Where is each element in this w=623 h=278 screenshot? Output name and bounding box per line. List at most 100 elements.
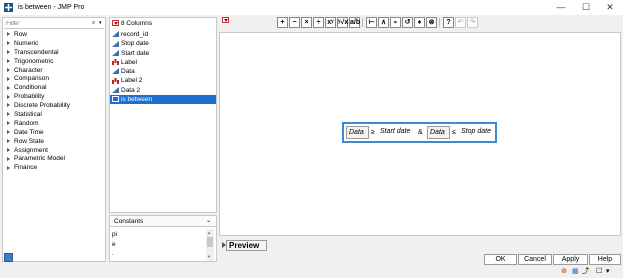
constant-item[interactable]: e [112,240,117,250]
window-list-icon[interactable]: ☐ [596,268,602,276]
match-button[interactable]: ♦ [414,17,425,28]
scroll-up-icon[interactable]: ▲ [207,230,211,235]
formula-op-gte[interactable]: ≥ [371,127,375,138]
function-category-item[interactable]: Comparison [5,75,70,84]
fraction-button[interactable]: a/b [349,17,360,28]
divide-button[interactable]: ÷ [313,17,324,28]
disclosure-icon[interactable] [7,103,10,108]
scrollbar-thumb[interactable] [207,237,213,247]
scroll-down-icon[interactable]: ▼ [207,254,211,259]
function-category-label: Random [14,119,39,127]
column-item[interactable]: is between [110,95,216,105]
disclosure-icon[interactable] [7,165,10,170]
function-category-item[interactable]: Discrete Probability [5,102,70,111]
column-item[interactable]: Label [110,58,216,67]
function-category-item[interactable]: Parametric Model [5,155,70,164]
function-category-label: Character [14,66,43,74]
arrow-icon[interactable]: ⤴ [582,268,589,276]
function-category-item[interactable]: Numeric [5,40,70,49]
apply-button[interactable]: Apply [553,254,588,265]
root-button[interactable]: ʸ√x [337,17,348,28]
column-item[interactable]: Start date [110,49,216,58]
table-icon[interactable]: ▦ [572,268,579,276]
formula-stop[interactable]: Stop date [459,126,496,139]
function-category-item[interactable]: Finance [5,164,70,173]
constants-scrollbar[interactable]: ▲ ▼ [206,229,214,261]
disclosure-icon[interactable] [7,85,10,90]
disclosure-icon[interactable] [7,130,10,135]
local-button[interactable]: ⊢ [366,17,377,28]
close-window-button[interactable]: ✕ [603,2,617,13]
disclosure-icon[interactable] [7,58,10,63]
delete-button[interactable]: ⊗ [426,17,437,28]
help-hint-icon[interactable] [4,253,13,262]
disclosure-icon[interactable] [7,32,10,37]
function-category-item[interactable]: Transcendental [5,49,70,58]
function-category-item[interactable]: Assignment [5,147,70,156]
constant-item[interactable]: pi [112,230,117,240]
cancel-button[interactable]: Cancel [518,254,552,265]
minimize-button[interactable]: — [554,2,568,13]
stop-icon[interactable]: ⊘ [561,268,567,276]
subtract-button[interactable]: − [289,17,300,28]
formula-expression[interactable]: Data ≥ Start date & Data ≤ Stop date [342,122,497,143]
window-title: is between - JMP Pro [18,4,85,11]
constants-dropdown[interactable]: Constants ⌄ [110,216,216,227]
function-category-item[interactable]: Row State [5,138,70,147]
function-category-item[interactable]: Conditional [5,84,70,93]
chevron-down-icon[interactable]: ▾ [606,268,610,276]
preview-button[interactable]: Preview [226,240,267,251]
disclosure-icon[interactable] [7,121,10,126]
help-button[interactable]: ? [443,17,454,28]
column-item[interactable]: Data [110,67,216,76]
red-triangle-menu-icon[interactable] [112,20,119,27]
function-category-item[interactable]: Character [5,67,70,76]
formula-start[interactable]: Start date [378,126,416,139]
constant-item[interactable]: . [112,249,117,259]
chevron-down-icon[interactable]: ⌄ [206,217,211,224]
undo-button[interactable]: ↶ [455,17,466,28]
disclosure-icon[interactable] [7,147,10,152]
column-label: Start date [121,49,150,57]
formula-right-operand[interactable]: Data [427,126,450,139]
logic-button[interactable]: ∧ [378,17,389,28]
column-list: record_id Stop date Start date Label Data Lab… [110,30,216,105]
function-category-label: Comparison [14,75,50,83]
help-button[interactable]: Help [589,254,621,265]
add-button[interactable]: + [277,17,288,28]
function-category-item[interactable]: Probability [5,93,70,102]
disclosure-icon[interactable] [7,138,10,143]
function-category-item[interactable]: Trigonometric [5,58,70,67]
formula-op-lte[interactable]: ≤ [452,127,456,138]
disclosure-icon[interactable] [7,50,10,55]
function-category-item[interactable]: Row [5,31,70,40]
nominal-icon [112,78,119,84]
column-item[interactable]: Stop date [110,39,216,48]
power-button[interactable]: xʸ [325,17,336,28]
disclosure-icon[interactable] [7,94,10,99]
function-filter-input[interactable] [6,20,90,28]
formula-left-operand[interactable]: Data [346,126,369,139]
disclosure-icon[interactable] [7,156,10,161]
function-category-item[interactable]: Statistical [5,111,70,120]
disclosure-icon[interactable] [7,67,10,72]
column-item[interactable]: record_id [110,30,216,39]
editor-red-triangle-menu-icon[interactable] [222,17,229,23]
maximize-button[interactable]: ☐ [579,2,593,13]
disclosure-icon[interactable] [7,76,10,81]
function-category-list: Row Numeric Transcendental Trigonometric Cha… [5,31,70,173]
search-icon[interactable]: ⌕ [92,20,98,28]
redo-button[interactable]: ↷ [467,17,478,28]
ok-button[interactable]: OK [484,254,517,265]
function-category-item[interactable]: Random [5,120,70,129]
disclosure-icon[interactable] [7,112,10,117]
cycle-button[interactable]: ↺ [402,17,413,28]
compose-button[interactable]: ∘ [390,17,401,28]
column-item[interactable]: Data 2 [110,86,216,95]
function-category-item[interactable]: Date Time [5,129,70,138]
formula-connector[interactable]: & [418,127,423,138]
multiply-button[interactable]: × [301,17,312,28]
disclosure-icon[interactable] [7,41,10,46]
column-item[interactable]: Label 2 [110,76,216,85]
chevron-down-icon[interactable]: ▾ [99,20,104,28]
